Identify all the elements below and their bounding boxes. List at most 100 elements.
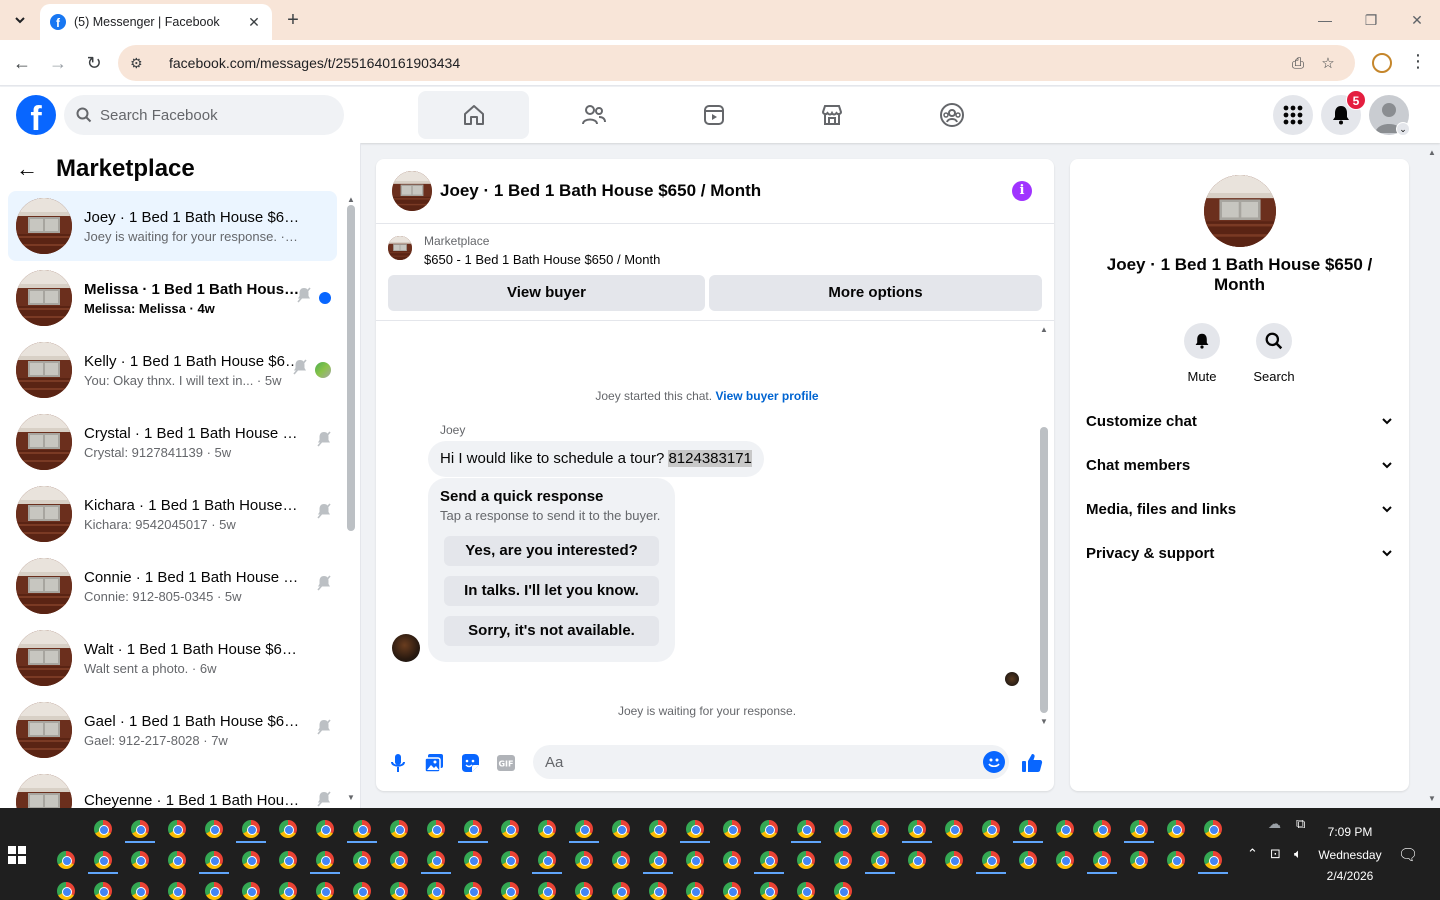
chrome-taskbar-icon[interactable]	[94, 882, 112, 900]
view-buyer-button[interactable]: View buyer	[388, 275, 705, 311]
conversation-item[interactable]: Kichara · 1 Bed 1 Bath House $650 / Mont…	[8, 479, 337, 549]
chrome-taskbar-icon[interactable]	[686, 851, 704, 869]
chrome-taskbar-icon[interactable]	[945, 851, 963, 869]
chrome-taskbar-icon[interactable]	[575, 851, 593, 869]
chrome-taskbar-icon[interactable]	[760, 820, 778, 838]
chrome-taskbar-icon[interactable]	[760, 851, 778, 869]
facebook-search-input[interactable]	[100, 106, 320, 124]
message-phone[interactable]: 8124383171	[668, 450, 752, 467]
chat-avatar[interactable]	[392, 171, 432, 211]
chrome-taskbar-icon[interactable]	[131, 882, 149, 900]
conversation-item[interactable]: Connie · 1 Bed 1 Bath House $650 / Month…	[8, 551, 337, 621]
nav-home[interactable]	[418, 91, 529, 139]
chrome-taskbar-icon[interactable]	[723, 882, 741, 900]
customize-chat-section[interactable]: Customize chat	[1086, 401, 1393, 441]
incoming-message[interactable]: Hi I would like to schedule a tour? 8124…	[428, 441, 764, 477]
chrome-taskbar-icon[interactable]	[908, 851, 926, 869]
quick-reply-not-available[interactable]: Sorry, it's not available.	[444, 616, 659, 646]
chrome-taskbar-icon[interactable]	[242, 820, 260, 838]
message-input[interactable]	[545, 753, 965, 771]
chrome-taskbar-icon[interactable]	[57, 851, 75, 869]
mute-action[interactable]: Mute	[1172, 323, 1232, 384]
chrome-taskbar-icon[interactable]	[427, 851, 445, 869]
chrome-taskbar-icon[interactable]	[1167, 820, 1185, 838]
close-window-button[interactable]: ✕	[1402, 8, 1432, 32]
chrome-taskbar-icon[interactable]	[1056, 851, 1074, 869]
mute-button[interactable]	[1184, 323, 1220, 359]
close-tab-icon[interactable]: ✕	[246, 14, 262, 31]
chrome-taskbar-icon[interactable]	[1019, 851, 1037, 869]
volume-icon[interactable]: 🔈︎	[1294, 846, 1302, 862]
conversation-item[interactable]: Kelly · 1 Bed 1 Bath House $650 / Month Y…	[8, 335, 337, 405]
chrome-taskbar-icon[interactable]	[797, 820, 815, 838]
page-scroll-down-arrow[interactable]: ▼	[1428, 794, 1436, 803]
more-options-button[interactable]: More options	[709, 275, 1042, 311]
quick-reply-in-talks[interactable]: In talks. I'll let you know.	[444, 576, 659, 606]
message-input-wrapper[interactable]	[533, 745, 1009, 779]
windows-start-icon[interactable]	[8, 846, 26, 864]
chrome-taskbar-icon[interactable]	[649, 851, 667, 869]
chrome-taskbar-icon[interactable]	[760, 882, 778, 900]
search-conversation-button[interactable]	[1256, 323, 1292, 359]
conversation-item[interactable]: Crystal · 1 Bed 1 Bath House $650 / Mont…	[8, 407, 337, 477]
chrome-taskbar-icon[interactable]	[723, 851, 741, 869]
view-buyer-profile-link[interactable]: View buyer profile	[715, 389, 818, 403]
notification-center-icon[interactable]: 🗨︎	[1398, 845, 1418, 865]
chrome-taskbar-icon[interactable]	[279, 882, 297, 900]
chrome-taskbar-icon[interactable]	[575, 882, 593, 900]
conversation-item[interactable]: Gael · 1 Bed 1 Bath House $650 / Month Ga…	[8, 695, 337, 765]
listing-thumbnail[interactable]	[388, 236, 412, 260]
page-scroll-up-arrow[interactable]: ▲	[1428, 148, 1436, 157]
clock-time[interactable]: 7:09 PM	[1316, 825, 1384, 839]
chrome-taskbar-icon[interactable]	[168, 851, 186, 869]
chrome-taskbar-icon[interactable]	[1093, 820, 1111, 838]
chrome-taskbar-icon[interactable]	[353, 851, 371, 869]
chrome-taskbar-icon[interactable]	[612, 882, 630, 900]
chrome-taskbar-icon[interactable]	[131, 820, 149, 838]
chrome-taskbar-icon[interactable]	[131, 851, 149, 869]
chrome-taskbar-icon[interactable]	[205, 882, 223, 900]
facebook-logo-icon[interactable]: f	[16, 95, 56, 135]
bookmark-star-icon[interactable]: ☆	[1313, 54, 1343, 72]
account-chevron-icon[interactable]: ⌄	[1396, 122, 1410, 136]
url-text[interactable]: facebook.com/messages/t/2551640161903434	[169, 55, 1283, 71]
chevron-up-icon[interactable]: ⌃	[1247, 846, 1258, 862]
chrome-taskbar-icon[interactable]	[464, 820, 482, 838]
chrome-taskbar-icon[interactable]	[316, 882, 334, 900]
device-icon[interactable]: ⧉	[1296, 816, 1305, 832]
chrome-taskbar-icon[interactable]	[427, 820, 445, 838]
chrome-taskbar-icon[interactable]	[427, 882, 445, 900]
chrome-taskbar-icon[interactable]	[612, 851, 630, 869]
onedrive-icon[interactable]: ☁	[1268, 816, 1281, 832]
chrome-taskbar-icon[interactable]	[982, 851, 1000, 869]
chat-title[interactable]: Joey · 1 Bed 1 Bath House $650 / Month	[440, 181, 761, 201]
browser-profile-icon[interactable]	[1372, 53, 1392, 73]
chrome-taskbar-icon[interactable]	[501, 882, 519, 900]
chrome-taskbar-icon[interactable]	[1130, 820, 1148, 838]
chrome-taskbar-icon[interactable]	[501, 820, 519, 838]
chrome-taskbar-icon[interactable]	[316, 820, 334, 838]
chrome-taskbar-icon[interactable]	[945, 820, 963, 838]
scroll-up-arrow[interactable]: ▲	[347, 195, 355, 204]
chrome-taskbar-icon[interactable]	[797, 851, 815, 869]
chrome-taskbar-icon[interactable]	[686, 882, 704, 900]
back-arrow-icon[interactable]: ←	[16, 156, 46, 182]
conversation-item[interactable]: Walt · 1 Bed 1 Bath House $650 / Month Wa…	[8, 623, 337, 693]
chrome-taskbar-icon[interactable]	[94, 820, 112, 838]
chrome-taskbar-icon[interactable]	[168, 882, 186, 900]
gif-button[interactable]: GIF	[494, 751, 518, 775]
new-tab-button[interactable]: +	[282, 9, 304, 31]
chrome-taskbar-icon[interactable]	[982, 820, 1000, 838]
chrome-taskbar-icon[interactable]	[1204, 820, 1222, 838]
like-button[interactable]	[1020, 751, 1044, 775]
nav-friends[interactable]	[538, 91, 649, 139]
search-action[interactable]: Search	[1244, 323, 1304, 384]
listing-title[interactable]: $650 - 1 Bed 1 Bath House $650 / Month	[424, 252, 660, 267]
chrome-taskbar-icon[interactable]	[279, 851, 297, 869]
chrome-taskbar-icon[interactable]	[57, 882, 75, 900]
scroll-down-arrow[interactable]: ▼	[347, 793, 355, 802]
chrome-taskbar-icon[interactable]	[612, 820, 630, 838]
chrome-taskbar-icon[interactable]	[1204, 851, 1222, 869]
network-icon[interactable]: ⊡	[1270, 846, 1281, 862]
chat-scroll-down-arrow[interactable]: ▼	[1040, 717, 1048, 726]
